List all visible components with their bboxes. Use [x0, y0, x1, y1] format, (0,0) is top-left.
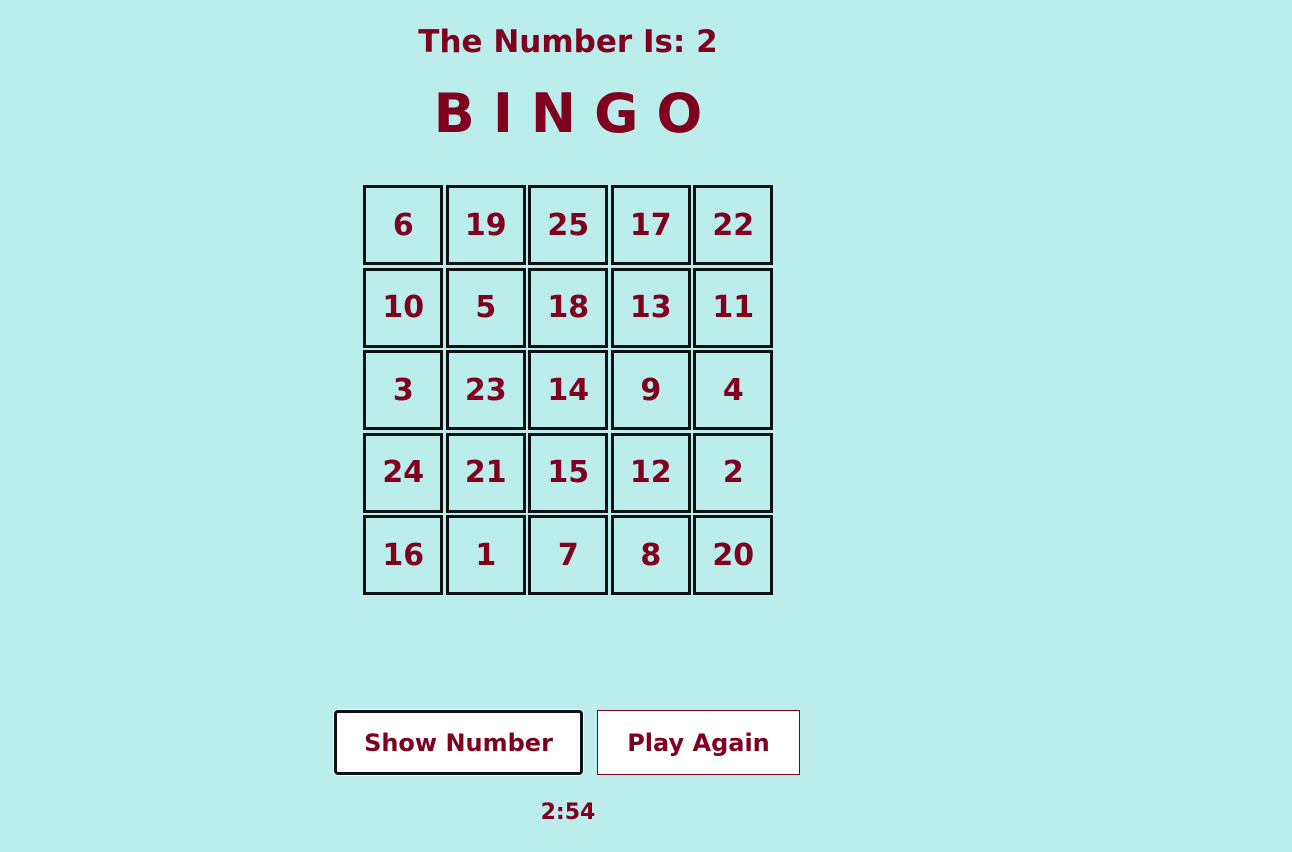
bingo-cell[interactable]: 7: [528, 515, 609, 595]
bingo-cell[interactable]: 21: [445, 432, 526, 513]
bingo-cell[interactable]: 22: [693, 185, 774, 265]
bingo-cell[interactable]: 24: [363, 432, 444, 513]
bingo-cell[interactable]: 3: [363, 350, 444, 430]
bingo-cell[interactable]: 10: [363, 267, 444, 348]
bingo-cell[interactable]: 4: [693, 350, 774, 430]
bingo-cell[interactable]: 9: [610, 350, 691, 430]
bingo-cell[interactable]: 1: [445, 515, 526, 595]
bingo-cell[interactable]: 13: [610, 267, 691, 348]
bingo-cell[interactable]: 5: [445, 267, 526, 348]
bingo-cell[interactable]: 19: [445, 185, 526, 265]
bingo-cell[interactable]: 15: [528, 432, 609, 513]
bingo-cell[interactable]: 12: [610, 432, 691, 513]
bingo-cell[interactable]: 20: [693, 515, 774, 595]
bingo-page: The Number Is: 2 BINGO 6 19 25 17 22 10 5 18 13 1…: [0, 0, 1292, 852]
bingo-cell[interactable]: 8: [610, 515, 691, 595]
bingo-cell[interactable]: 6: [363, 185, 444, 265]
bingo-cell[interactable]: 16: [363, 515, 444, 595]
current-number-heading: The Number Is: 2: [418, 24, 718, 60]
play-again-button[interactable]: Play Again: [597, 710, 800, 775]
show-number-button[interactable]: Show Number: [334, 710, 583, 775]
bingo-cell[interactable]: 17: [610, 185, 691, 265]
bingo-cell[interactable]: 23: [445, 350, 526, 430]
countdown-timer: 2:54: [540, 800, 596, 825]
bingo-cell[interactable]: 14: [528, 350, 609, 430]
bingo-cell[interactable]: 18: [528, 267, 609, 348]
bingo-board: 6 19 25 17 22 10 5 18 13 11 3 23 14 9 4 24 21 15 12 2 16 1 7 8 2…: [362, 184, 775, 597]
bingo-cell[interactable]: 25: [528, 185, 609, 265]
bingo-cell[interactable]: 11: [693, 267, 774, 348]
bingo-cell[interactable]: 2: [693, 432, 774, 513]
bingo-title: BINGO: [433, 82, 721, 145]
